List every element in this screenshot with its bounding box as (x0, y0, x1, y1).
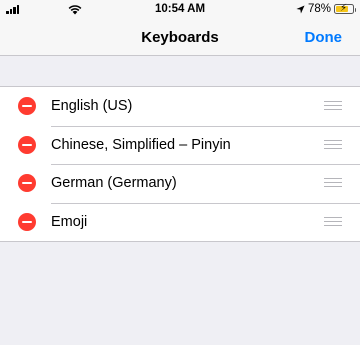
keyboard-label: Chinese, Simplified – Pinyin (51, 136, 231, 153)
keyboard-label: German (Germany) (51, 175, 177, 191)
keyboards-list: English (US) Chinese, Simplified – Pinyi… (0, 86, 360, 242)
delete-minus-icon[interactable] (18, 135, 36, 154)
done-button[interactable]: Done (305, 29, 343, 46)
reorder-handle-icon[interactable] (324, 139, 342, 150)
reorder-handle-icon[interactable] (324, 178, 342, 188)
list-item: English (US) (0, 87, 360, 126)
reorder-handle-icon[interactable] (324, 216, 342, 227)
navigation-bar: Keyboards Done (0, 20, 360, 56)
charging-bolt-icon: ⚡ (340, 3, 348, 14)
status-bar: 10:54 AM 78% ⚡ (0, 0, 360, 20)
location-arrow-icon (296, 4, 305, 14)
delete-minus-icon[interactable] (18, 212, 36, 231)
delete-minus-icon[interactable] (18, 174, 36, 192)
battery-percent: 78% (307, 3, 331, 15)
list-item: Emoji (0, 202, 360, 242)
delete-minus-icon[interactable] (18, 97, 36, 115)
list-item: German (Germany) (0, 164, 360, 203)
list-item: Chinese, Simplified – Pinyin (0, 125, 360, 165)
keyboard-label: English (US) (51, 98, 133, 114)
keyboard-label: Emoji (51, 213, 88, 230)
battery-icon: ⚡ (334, 3, 356, 14)
reorder-handle-icon[interactable] (324, 101, 342, 111)
